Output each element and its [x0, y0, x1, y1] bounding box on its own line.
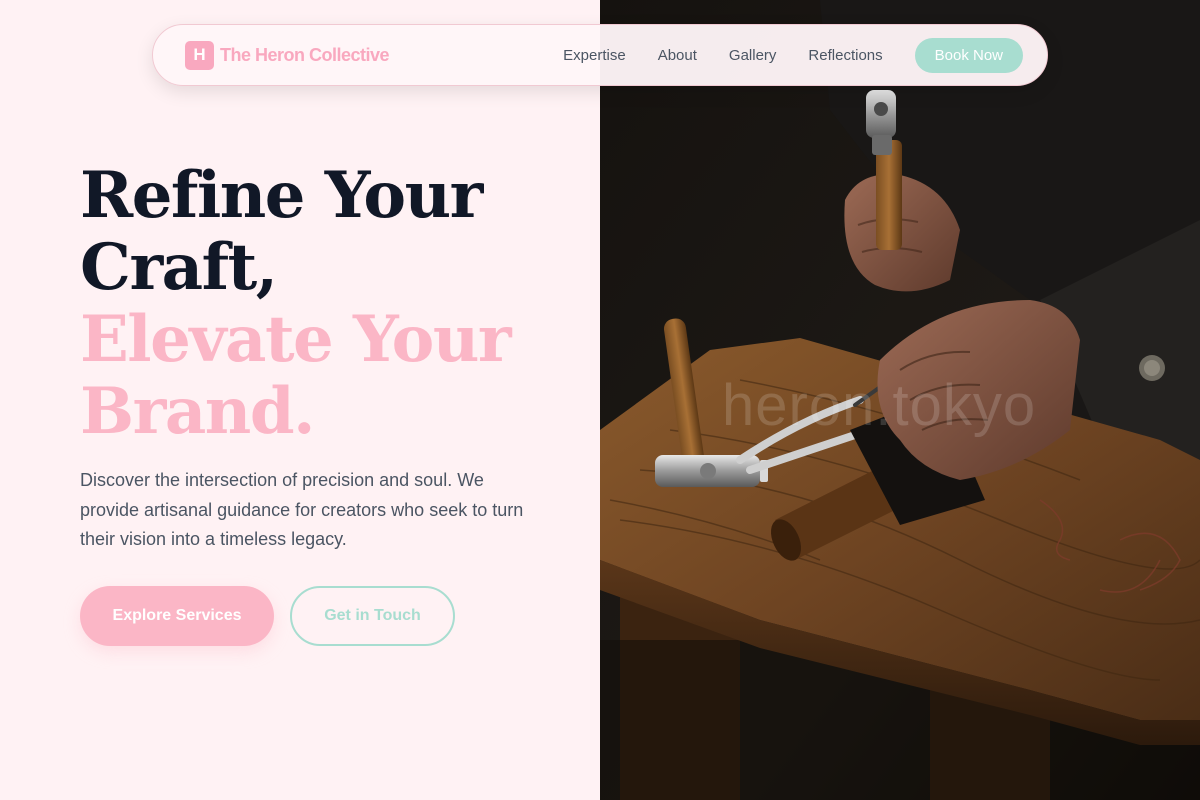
photo-watermark: heron.tokyo [722, 373, 1037, 438]
brand-logo[interactable]: H The Heron Collective [185, 40, 390, 70]
nav-link-gallery[interactable]: Gallery [729, 47, 777, 64]
brand-name: The Heron Collective [220, 44, 390, 65]
hero-description: Discover the intersection of precision a… [80, 470, 524, 549]
hero-title-line1: Refine Your Craft, [80, 158, 483, 305]
explore-services-button[interactable]: Explore Services [80, 586, 274, 646]
book-now-button[interactable]: Book Now [914, 37, 1023, 73]
nav-link-reflections[interactable]: Reflections [808, 47, 882, 64]
hero-photo: heron.tokyo [600, 0, 1200, 800]
hero-title-line2: Elevate Your Brand. [80, 302, 512, 449]
hero-title: Refine Your Craft, Elevate Your Brand. [80, 160, 600, 448]
nav-links: Expertise About Gallery Reflections [563, 47, 882, 64]
nav-link-about[interactable]: About [658, 47, 697, 64]
get-in-touch-button[interactable]: Get in Touch [290, 586, 455, 646]
nav-link-expertise[interactable]: Expertise [563, 47, 626, 64]
top-navigation: H The Heron Collective Expertise About G… [152, 24, 1048, 86]
brand-mark-icon: H [185, 40, 214, 70]
